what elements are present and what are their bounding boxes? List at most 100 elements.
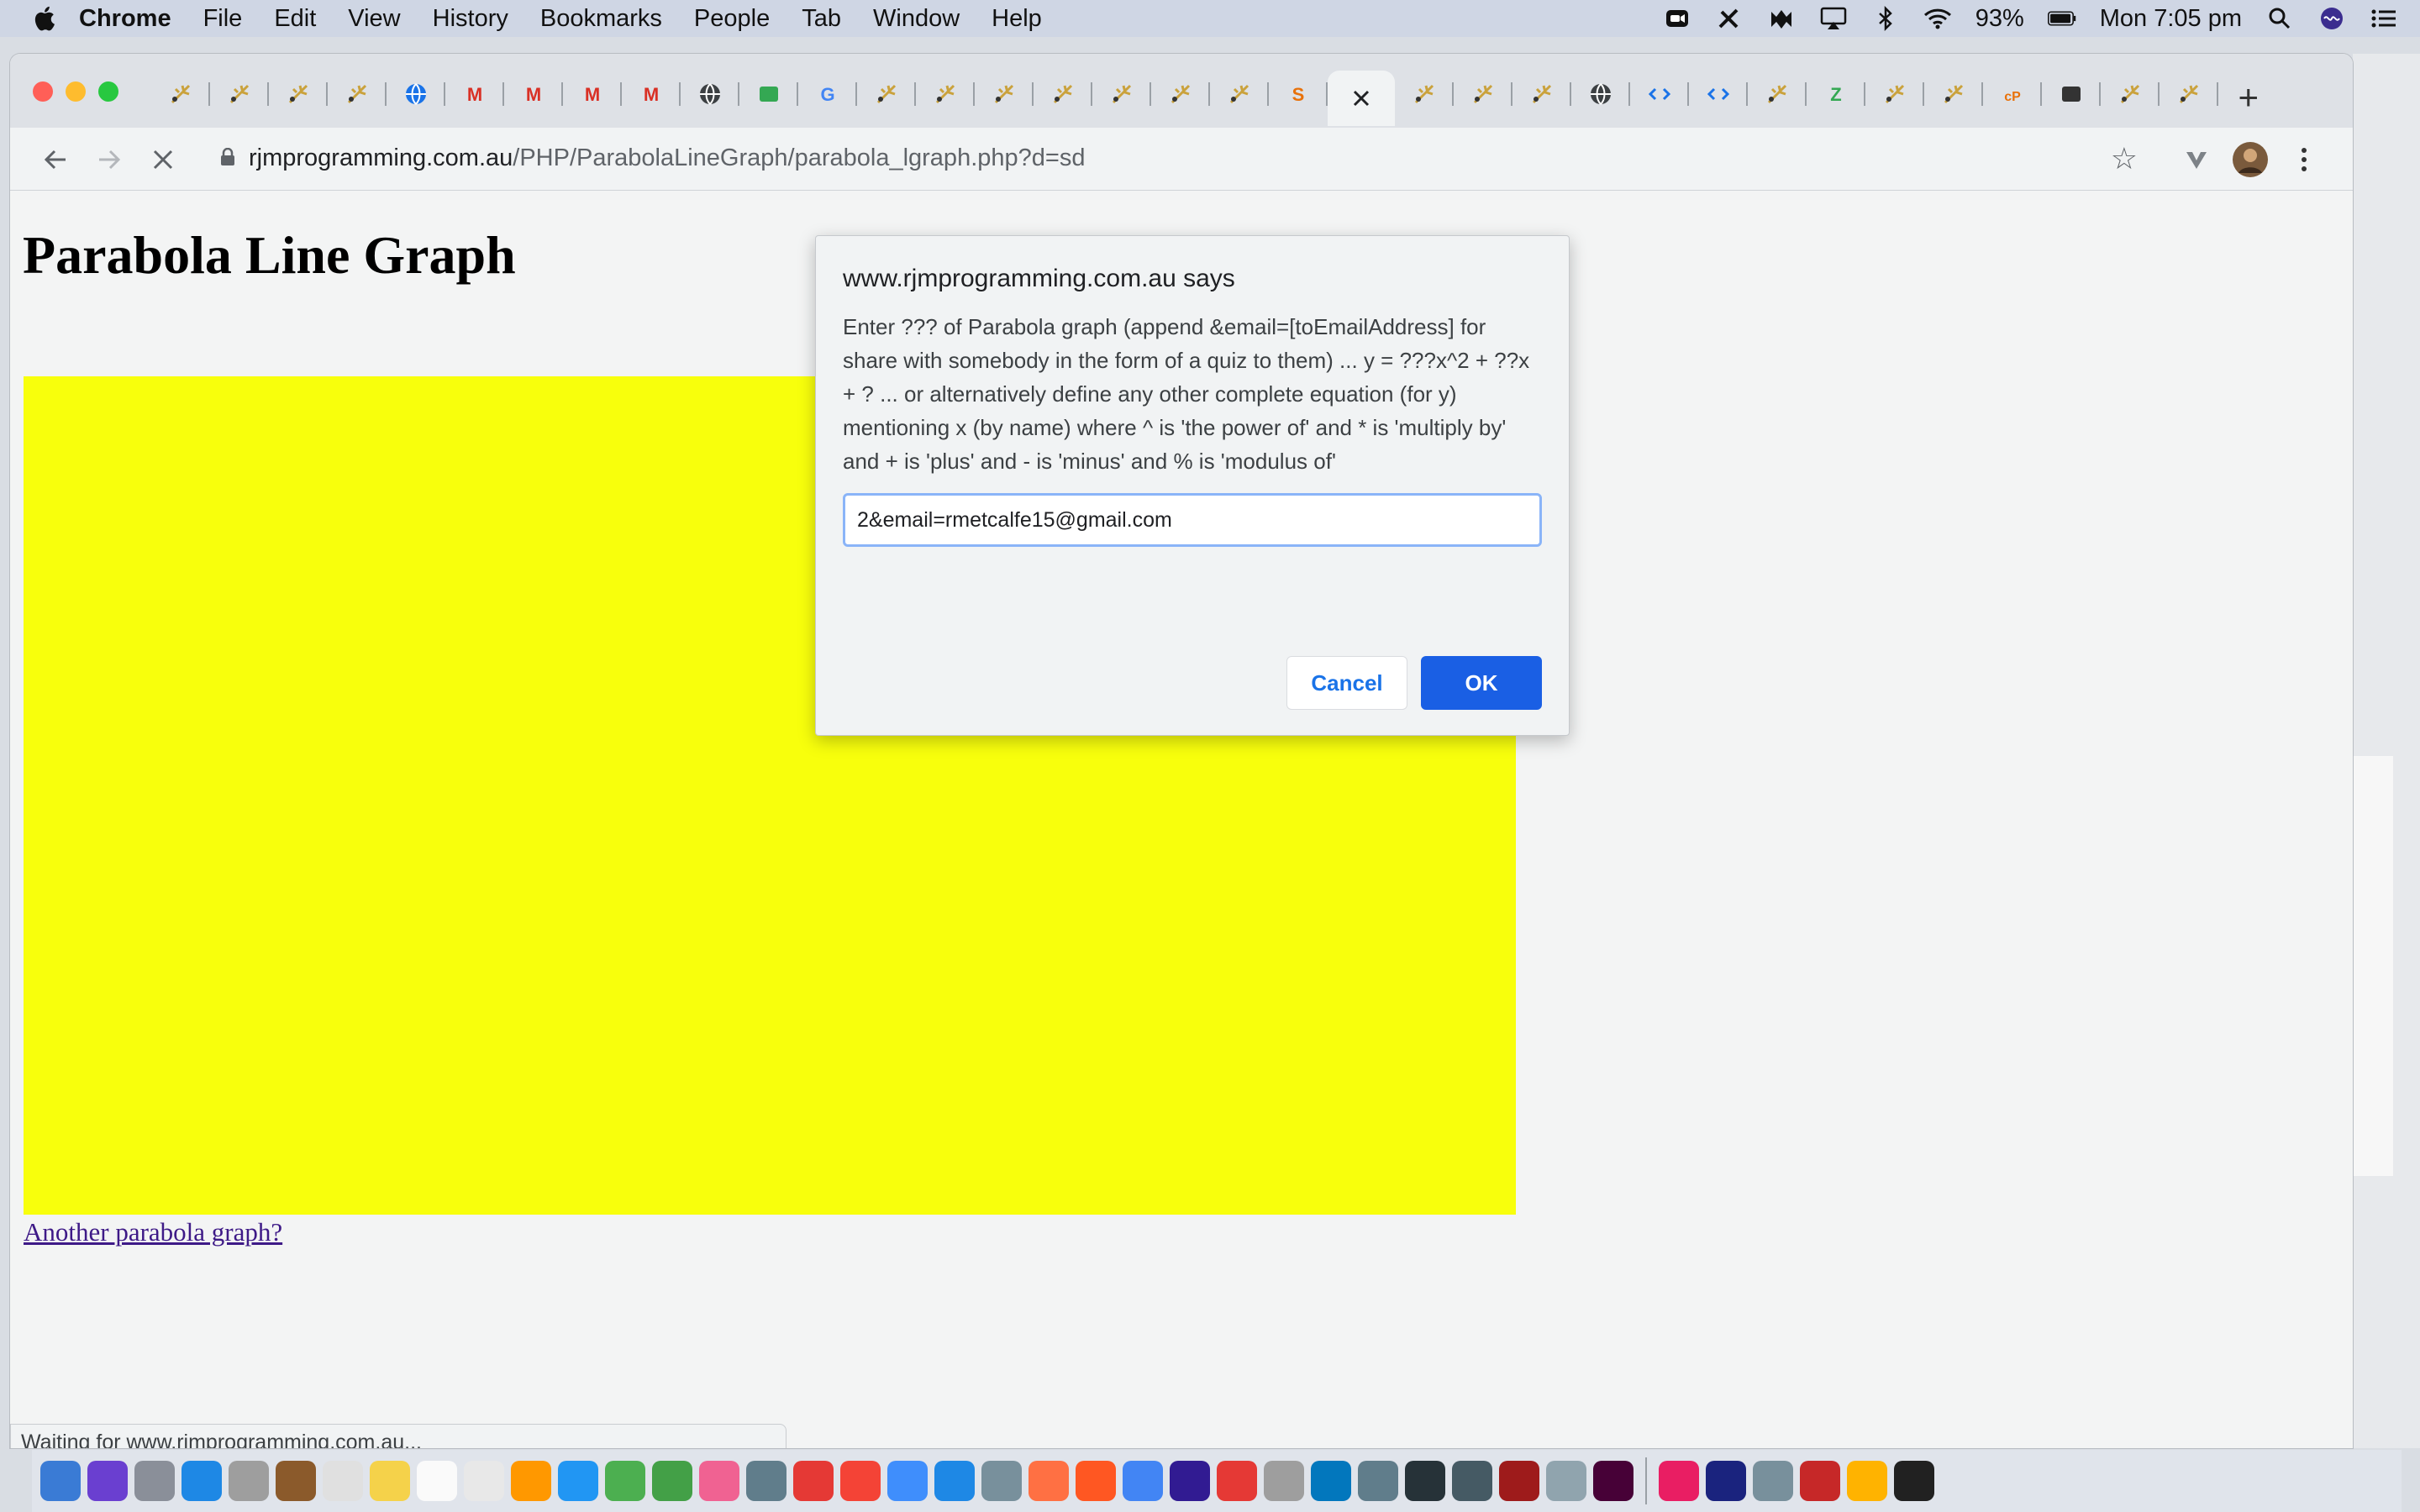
menu-file[interactable]: File [203, 5, 243, 33]
dock-app-icon[interactable] [1894, 1461, 1934, 1501]
dock-app-icon[interactable] [87, 1461, 128, 1501]
browser-tab[interactable] [975, 71, 1034, 118]
dock-app-icon[interactable] [605, 1461, 645, 1501]
ok-button[interactable]: OK [1421, 656, 1542, 710]
browser-tab[interactable] [1630, 71, 1689, 118]
browser-tab[interactable] [739, 71, 798, 118]
address-bar[interactable]: rjmprogramming.com.au/PHP/ParabolaLineGr… [195, 136, 2161, 181]
menu-tab[interactable]: Tab [802, 5, 841, 33]
menu-edit[interactable]: Edit [274, 5, 316, 33]
dock-app-icon[interactable] [1358, 1461, 1398, 1501]
dock-app-icon[interactable] [1076, 1461, 1116, 1501]
minimize-window-button[interactable] [66, 81, 86, 102]
browser-tab[interactable]: M [563, 71, 622, 118]
dock-app-icon[interactable] [1311, 1461, 1351, 1501]
battery-icon[interactable] [2047, 6, 2076, 31]
prompt-input[interactable] [843, 493, 1542, 547]
browser-tab[interactable] [151, 71, 210, 118]
dock-app-icon[interactable] [840, 1461, 881, 1501]
malwarebytes-icon[interactable] [1767, 6, 1796, 31]
dock-app-icon[interactable] [1028, 1461, 1069, 1501]
dock-app-icon[interactable] [1217, 1461, 1257, 1501]
browser-tab[interactable] [1865, 71, 1924, 118]
browser-tab[interactable] [1151, 71, 1210, 118]
dock-app-icon[interactable] [981, 1461, 1022, 1501]
stop-loading-button[interactable] [143, 139, 183, 180]
browser-tab[interactable]: M [622, 71, 681, 118]
back-button[interactable] [35, 139, 76, 180]
forward-button[interactable] [89, 139, 129, 180]
browser-tab[interactable]: M [504, 71, 563, 118]
browser-tab[interactable] [1454, 71, 1512, 118]
menu-people[interactable]: People [694, 5, 770, 33]
browser-tab[interactable] [2042, 71, 2101, 118]
tab-active[interactable] [1328, 71, 1395, 126]
profile-avatar[interactable] [2230, 139, 2270, 180]
dock-app-icon[interactable] [934, 1461, 975, 1501]
dock-app-icon[interactable] [1452, 1461, 1492, 1501]
zoom-window-button[interactable] [98, 81, 118, 102]
browser-tab[interactable]: Z [1807, 71, 1865, 118]
chrome-menu-kebab-icon[interactable] [2284, 139, 2324, 180]
menu-help[interactable]: Help [992, 5, 1042, 33]
close-window-button[interactable] [33, 81, 53, 102]
browser-tab[interactable] [1571, 71, 1630, 118]
menu-window[interactable]: Window [873, 5, 960, 33]
dock-app-icon[interactable] [134, 1461, 175, 1501]
url-text[interactable]: rjmprogramming.com.au/PHP/ParabolaLineGr… [249, 144, 1085, 172]
dock-app-icon[interactable] [1847, 1461, 1887, 1501]
browser-tab[interactable] [1395, 71, 1454, 118]
menu-app-name[interactable]: Chrome [79, 5, 171, 33]
browser-tab[interactable] [387, 71, 445, 118]
dock-app-icon[interactable] [793, 1461, 834, 1501]
dock-app-icon[interactable] [323, 1461, 363, 1501]
dock-app-icon[interactable] [229, 1461, 269, 1501]
spotlight-search-icon[interactable] [2265, 6, 2294, 31]
browser-tab[interactable] [916, 71, 975, 118]
cancel-button[interactable]: Cancel [1286, 656, 1407, 710]
browser-tab[interactable] [681, 71, 739, 118]
notification-center-icon[interactable] [2370, 6, 2398, 31]
browser-tab[interactable] [2160, 71, 2218, 118]
another-parabola-link[interactable]: Another parabola graph? [24, 1217, 282, 1247]
browser-tab[interactable] [328, 71, 387, 118]
browser-tab[interactable]: M [445, 71, 504, 118]
dock-app-icon[interactable] [417, 1461, 457, 1501]
airplay-icon[interactable] [1819, 6, 1848, 31]
dock-app-icon[interactable] [1264, 1461, 1304, 1501]
dock-app-icon[interactable] [558, 1461, 598, 1501]
browser-tab[interactable] [2101, 71, 2160, 118]
browser-tab[interactable] [1210, 71, 1269, 118]
dock-app-icon[interactable] [511, 1461, 551, 1501]
dock-app-icon[interactable] [40, 1461, 81, 1501]
menu-bookmarks[interactable]: Bookmarks [540, 5, 662, 33]
browser-tab[interactable] [1512, 71, 1571, 118]
dock-app-icon[interactable] [276, 1461, 316, 1501]
dock-app-icon[interactable] [652, 1461, 692, 1501]
browser-tab[interactable] [1748, 71, 1807, 118]
dock-app-icon[interactable] [1499, 1461, 1539, 1501]
browser-tab[interactable] [1034, 71, 1092, 118]
browser-tab[interactable]: cP [1983, 71, 2042, 118]
browser-tab[interactable] [857, 71, 916, 118]
dock-app-icon[interactable] [464, 1461, 504, 1501]
new-tab-button[interactable]: + [2238, 77, 2259, 118]
dock-app-icon[interactable] [1405, 1461, 1445, 1501]
dock-app-icon[interactable] [370, 1461, 410, 1501]
browser-tab[interactable]: G [798, 71, 857, 118]
dock-app-icon[interactable] [1170, 1461, 1210, 1501]
browser-tab[interactable] [210, 71, 269, 118]
dock-app-icon[interactable] [1706, 1461, 1746, 1501]
browser-tab[interactable] [1092, 71, 1151, 118]
dock-app-icon[interactable] [182, 1461, 222, 1501]
bookmark-star-icon[interactable]: ☆ [2111, 141, 2138, 176]
menu-view[interactable]: View [348, 5, 400, 33]
browser-tab[interactable] [1924, 71, 1983, 118]
dock-app-icon[interactable] [1753, 1461, 1793, 1501]
tool-status-icon[interactable] [1715, 6, 1744, 31]
wifi-icon[interactable] [1923, 6, 1952, 31]
menu-history[interactable]: History [433, 5, 508, 33]
bluetooth-icon[interactable] [1871, 6, 1900, 31]
dock-app-icon[interactable] [1593, 1461, 1634, 1501]
apple-icon[interactable] [30, 3, 60, 34]
